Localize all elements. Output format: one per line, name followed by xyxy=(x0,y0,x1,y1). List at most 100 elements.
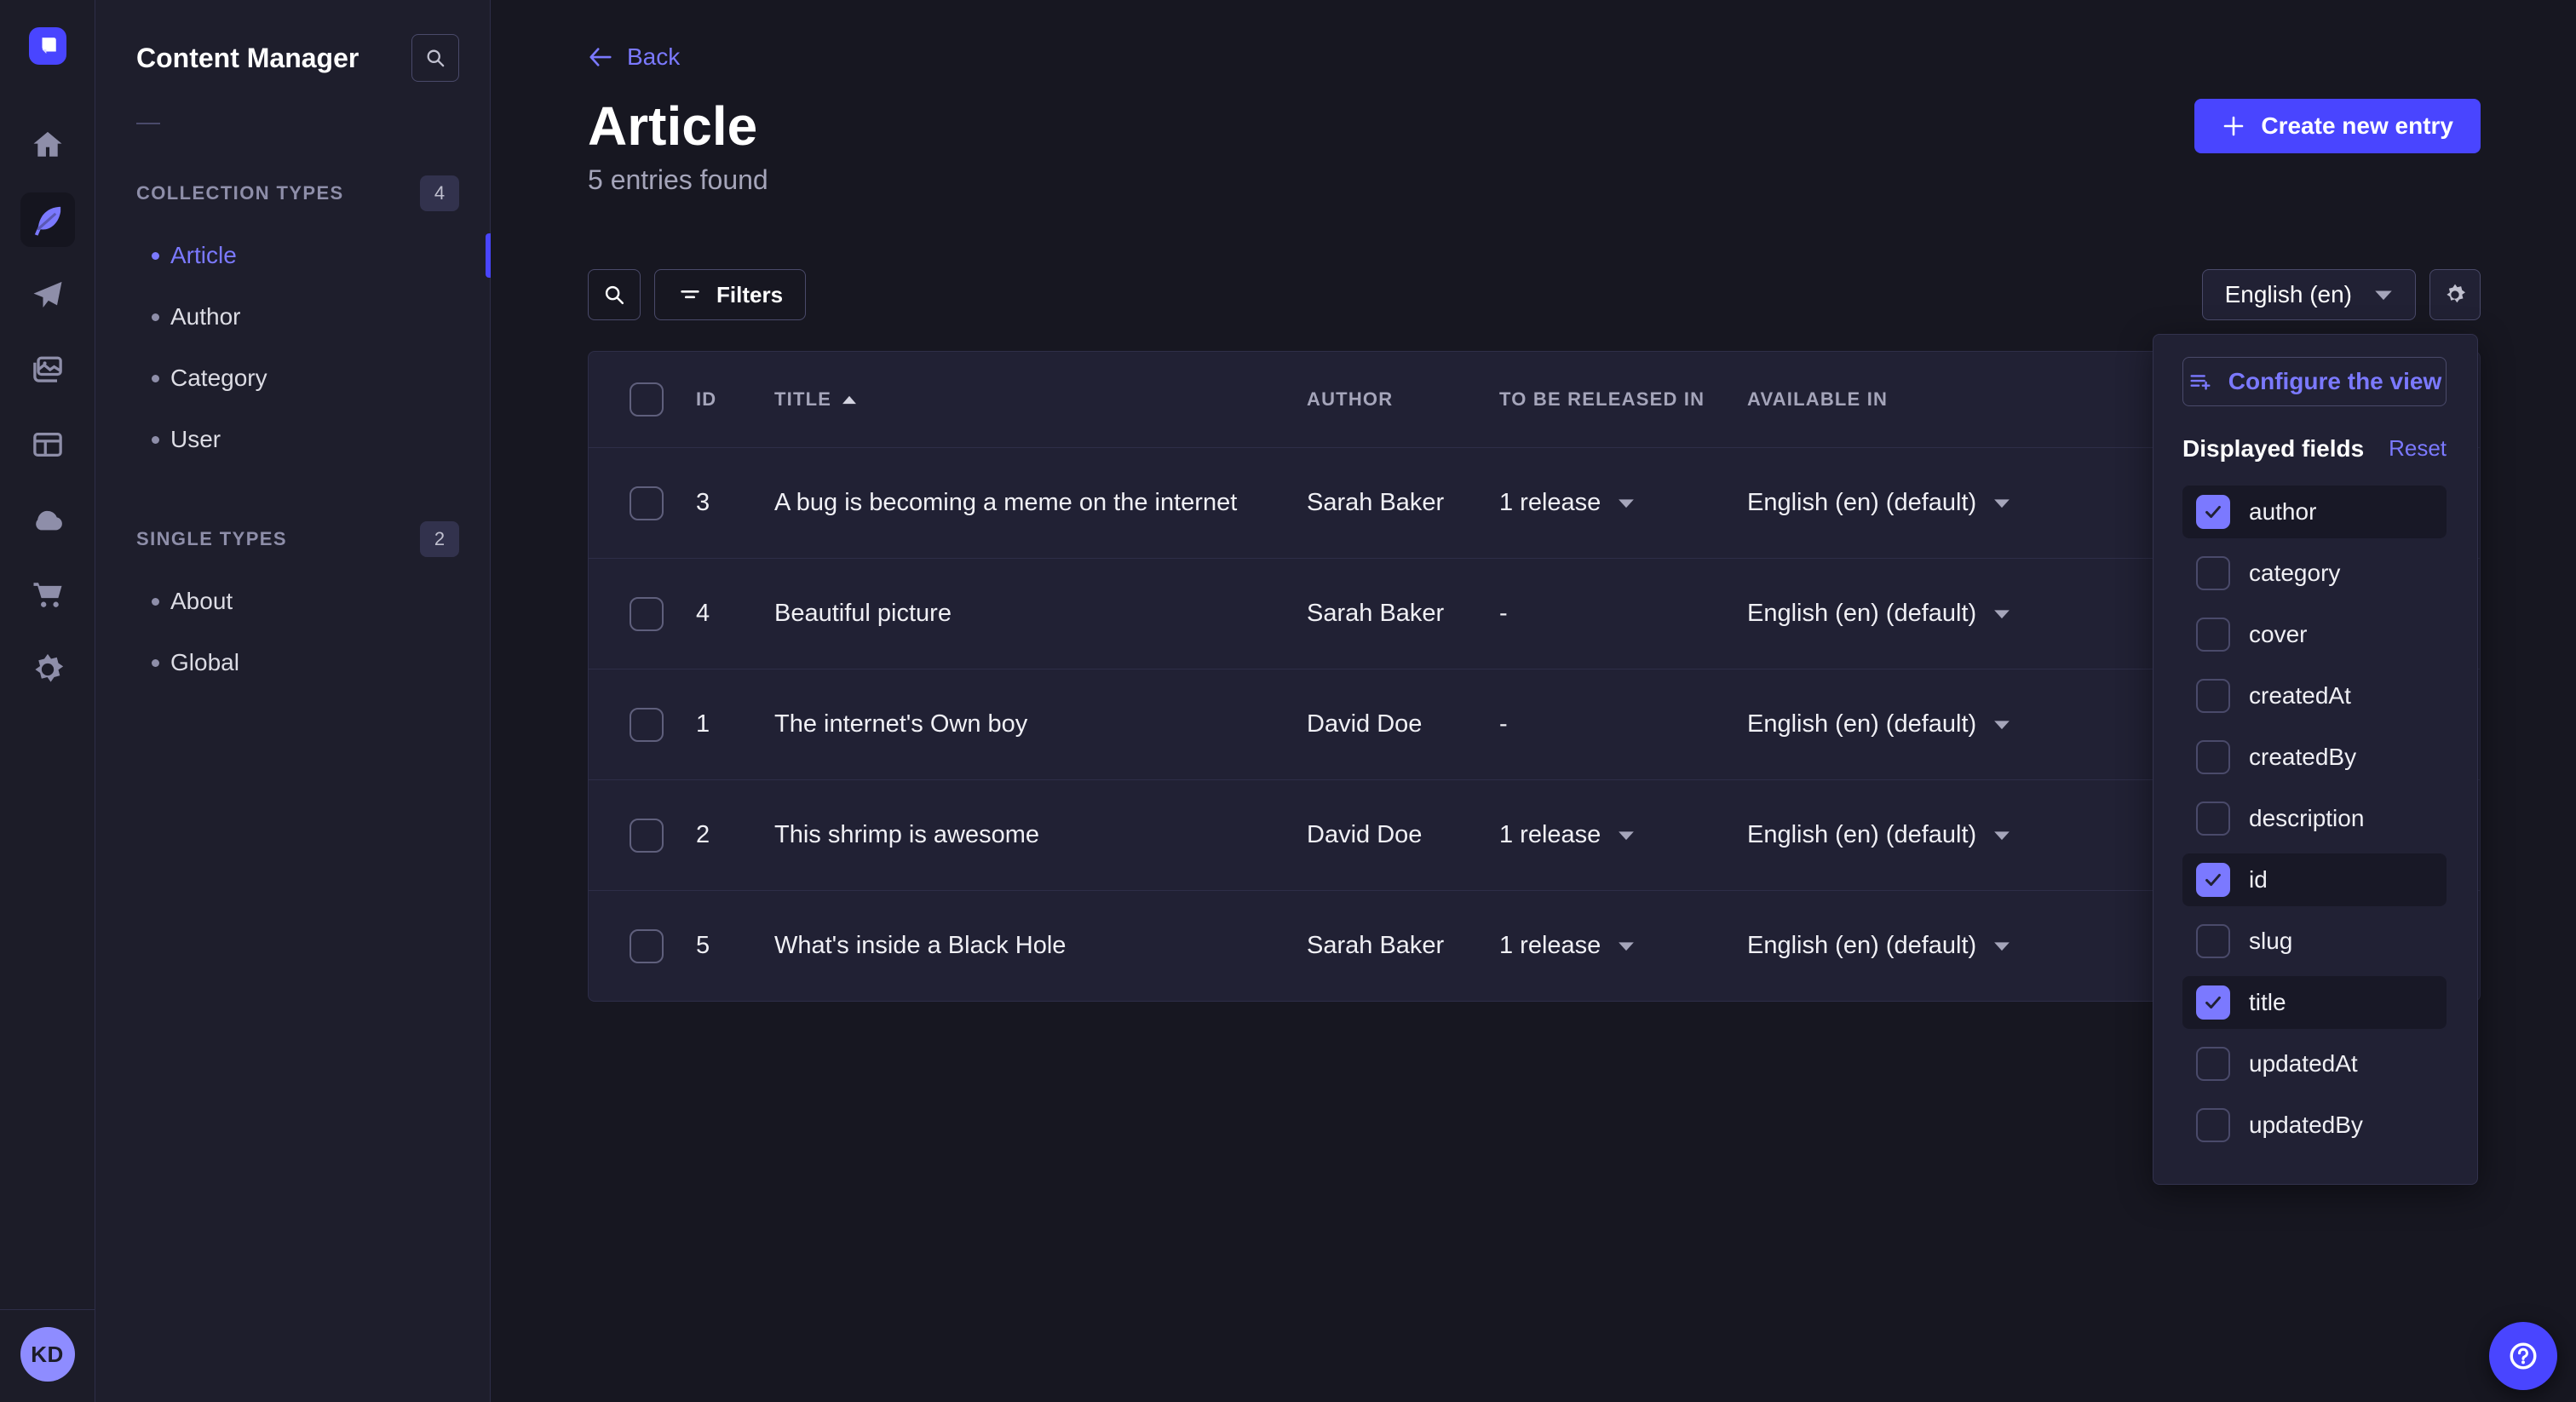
field-toggle-updatedAt[interactable]: updatedAt xyxy=(2182,1037,2447,1090)
sidebar-item-user[interactable]: User xyxy=(95,409,490,470)
checkbox[interactable] xyxy=(2196,740,2230,774)
sidebar-item-category[interactable]: Category xyxy=(95,348,490,409)
filters-label: Filters xyxy=(716,282,783,308)
checkbox[interactable] xyxy=(2196,1108,2230,1142)
field-label: cover xyxy=(2249,621,2307,648)
column-header-author: AUTHOR xyxy=(1307,388,1499,411)
sidebar-item-label: User xyxy=(170,426,221,453)
checkbox[interactable] xyxy=(2196,1047,2230,1081)
bullet-icon xyxy=(152,375,159,382)
create-new-entry-label: Create new entry xyxy=(2261,112,2453,140)
releases-icon[interactable] xyxy=(20,267,75,322)
bullet-icon xyxy=(152,313,159,321)
subnav-search-button[interactable] xyxy=(411,34,459,82)
checkbox[interactable] xyxy=(2196,924,2230,958)
cell-author: Sarah Baker xyxy=(1307,932,1499,960)
cell-id: 1 xyxy=(696,710,774,738)
field-toggle-category[interactable]: category xyxy=(2182,547,2447,600)
settings-gear-icon[interactable] xyxy=(20,642,75,697)
main-content: Back Article Create new entry 5 entries … xyxy=(491,0,2576,1402)
bullet-icon xyxy=(152,252,159,260)
plus-icon xyxy=(2222,114,2245,138)
checkbox[interactable] xyxy=(2196,985,2230,1020)
marketplace-cart-icon[interactable] xyxy=(20,567,75,622)
back-link[interactable]: Back xyxy=(588,37,680,77)
field-toggle-createdBy[interactable]: createdBy xyxy=(2182,731,2447,784)
check-icon xyxy=(2202,869,2224,891)
cell-title: What's inside a Black Hole xyxy=(774,932,1307,960)
cell-released[interactable]: 1 release xyxy=(1499,821,1747,849)
strapi-logo[interactable] xyxy=(29,27,66,65)
row-checkbox[interactable] xyxy=(630,597,664,631)
media-library-icon[interactable] xyxy=(20,342,75,397)
rail-nav-list xyxy=(20,118,75,697)
search-entries-button[interactable] xyxy=(588,269,641,320)
checkbox[interactable] xyxy=(2196,495,2230,529)
single-types-count-badge: 2 xyxy=(420,521,459,557)
chevron-down-icon xyxy=(1993,830,2010,841)
row-checkbox[interactable] xyxy=(630,929,664,963)
configure-the-view-button[interactable]: Configure the view xyxy=(2182,357,2447,406)
configure-the-view-label: Configure the view xyxy=(2228,368,2441,395)
field-label: id xyxy=(2249,866,2268,893)
field-toggle-updatedBy[interactable]: updatedBy xyxy=(2182,1099,2447,1152)
filter-icon xyxy=(677,282,703,307)
select-all-checkbox[interactable] xyxy=(630,382,664,417)
sidebar-item-author[interactable]: Author xyxy=(95,286,490,348)
sidebar-item-label: Article xyxy=(170,242,237,269)
sidebar-item-label: Global xyxy=(170,649,239,676)
checkbox[interactable] xyxy=(2196,618,2230,652)
checkbox[interactable] xyxy=(2196,556,2230,590)
column-header-title[interactable]: TITLE xyxy=(774,388,1307,411)
row-checkbox[interactable] xyxy=(630,708,664,742)
displayed-fields-list: author category cover createdAt createdB… xyxy=(2182,486,2447,1152)
main-nav-rail: KD xyxy=(0,0,95,1402)
home-icon[interactable] xyxy=(20,118,75,172)
single-types-section-header: SINGLE TYPES 2 xyxy=(95,521,490,557)
row-checkbox[interactable] xyxy=(630,486,664,520)
cell-title: Beautiful picture xyxy=(774,600,1307,628)
rail-footer: KD xyxy=(0,1309,95,1402)
search-icon xyxy=(423,46,447,70)
cell-author: David Doe xyxy=(1307,821,1499,849)
locale-select[interactable]: English (en) xyxy=(2202,269,2416,320)
sidebar-item-about[interactable]: About xyxy=(95,571,490,632)
checkbox[interactable] xyxy=(2196,802,2230,836)
field-toggle-id[interactable]: id xyxy=(2182,853,2447,906)
content-manager-icon[interactable] xyxy=(20,192,75,247)
field-toggle-author[interactable]: author xyxy=(2182,486,2447,538)
create-new-entry-button[interactable]: Create new entry xyxy=(2194,99,2481,153)
deploy-cloud-icon[interactable] xyxy=(20,492,75,547)
cell-released[interactable]: 1 release xyxy=(1499,489,1747,517)
help-button[interactable] xyxy=(2489,1322,2557,1390)
bullet-icon xyxy=(152,436,159,444)
cell-author: David Doe xyxy=(1307,710,1499,738)
chevron-down-icon xyxy=(1993,498,2010,509)
cell-title: A bug is becoming a meme on the internet xyxy=(774,489,1307,517)
sidebar-item-global[interactable]: Global xyxy=(95,632,490,693)
chevron-down-icon xyxy=(1618,941,1635,951)
reset-link[interactable]: Reset xyxy=(2389,435,2447,462)
content-type-builder-icon[interactable] xyxy=(20,417,75,472)
view-settings-gear-button[interactable] xyxy=(2429,269,2481,320)
bullet-icon xyxy=(152,659,159,667)
collection-types-count-badge: 4 xyxy=(420,175,459,211)
checkbox[interactable] xyxy=(2196,679,2230,713)
checkbox[interactable] xyxy=(2196,863,2230,897)
user-avatar[interactable]: KD xyxy=(20,1327,75,1382)
field-toggle-cover[interactable]: cover xyxy=(2182,608,2447,661)
field-label: title xyxy=(2249,989,2286,1016)
cell-id: 5 xyxy=(696,932,774,960)
chevron-down-icon xyxy=(1993,941,2010,951)
filters-button[interactable]: Filters xyxy=(654,269,806,320)
sidebar-item-article[interactable]: Article xyxy=(95,225,490,286)
displayed-fields-header: Displayed fields Reset xyxy=(2182,435,2447,462)
field-toggle-slug[interactable]: slug xyxy=(2182,915,2447,968)
row-checkbox[interactable] xyxy=(630,819,664,853)
cell-released[interactable]: 1 release xyxy=(1499,932,1747,960)
field-toggle-title[interactable]: title xyxy=(2182,976,2447,1029)
field-toggle-createdAt[interactable]: createdAt xyxy=(2182,669,2447,722)
field-toggle-description[interactable]: description xyxy=(2182,792,2447,845)
subnav-header: Content Manager xyxy=(95,0,490,85)
cell-id: 3 xyxy=(696,489,774,517)
